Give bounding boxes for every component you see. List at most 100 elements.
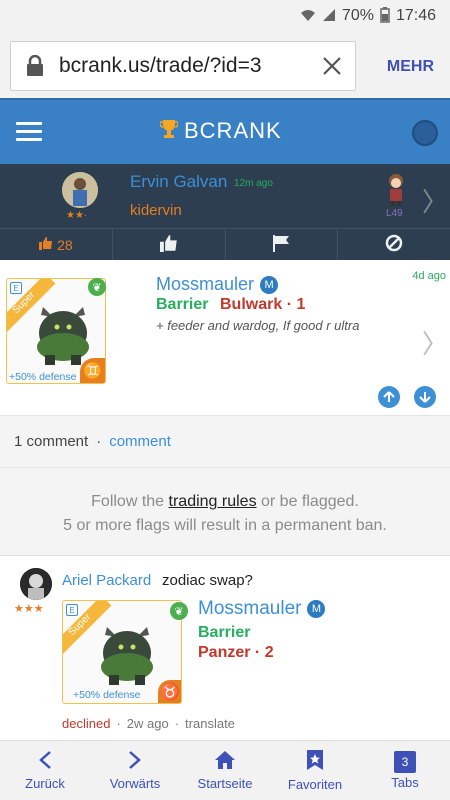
monster-element: Bulwark · 1 — [220, 296, 306, 313]
like-button[interactable] — [113, 229, 226, 260]
browser-toolbar: bcrank.us/trade/?id=3 MEHR — [0, 32, 450, 98]
monster-image — [101, 627, 153, 685]
home-icon — [214, 750, 236, 774]
bookmark-star-icon — [306, 749, 324, 775]
favorites-label: Favoriten — [287, 777, 343, 792]
rules-line-1: Follow the trading rules or be flagged. — [0, 490, 450, 514]
app-header: BCRANK — [0, 98, 450, 164]
trading-rules-link[interactable]: trading rules — [169, 493, 257, 510]
like-count-button[interactable]: 28 — [0, 229, 113, 260]
chevron-right-icon[interactable]: 〉 — [422, 182, 448, 219]
clock: 17:46 — [395, 7, 436, 24]
rules-line-2: 5 or more flags will result in a permane… — [63, 517, 387, 534]
wifi-icon — [300, 8, 316, 25]
trade-time: 12m ago — [234, 178, 273, 189]
offer-age: 4d ago — [412, 270, 446, 282]
rank-badge: M — [307, 600, 326, 618]
battery-percent: 70% — [341, 7, 374, 24]
status-badge: declined — [62, 716, 111, 731]
block-button[interactable] — [338, 229, 450, 260]
chevron-right-icon — [128, 750, 142, 774]
separator: · — [96, 433, 102, 450]
monster-name-text[interactable]: Mossmauler — [156, 274, 254, 294]
back-button[interactable]: Zurück — [0, 741, 90, 800]
offer-note: + feeder and wardog, If good r ultra — [156, 318, 360, 333]
flag-button[interactable] — [226, 229, 339, 260]
monster-name-text[interactable]: Mossmauler — [198, 598, 301, 619]
trader-handle: kidervin — [130, 202, 182, 219]
comment-footer: declined · 2w ago · translate — [62, 716, 235, 731]
like-count: 28 — [57, 236, 73, 253]
zodiac-taurus-icon: ♉ — [158, 680, 181, 703]
rank-badge: M — [260, 276, 279, 294]
favorites-button[interactable]: Favoriten — [270, 741, 360, 800]
browser-bottom-nav: Zurück Vorwärts Startseite Favoriten 3 T… — [0, 740, 450, 800]
lock-icon — [11, 55, 59, 77]
trophy-icon — [159, 119, 179, 144]
flag-icon — [271, 234, 291, 255]
leaf-type-icon: ❦ — [170, 602, 188, 620]
character-avatar — [384, 172, 408, 206]
avatar[interactable] — [20, 568, 52, 600]
monster-image — [37, 307, 89, 365]
forward-label: Vorwärts — [109, 776, 161, 791]
defense-bonus: +50% defense — [9, 371, 77, 383]
home-label: Startseite — [197, 776, 253, 791]
trade-offer[interactable]: Super E +50% defense ♊ ❦ Mossmauler M Bar… — [0, 260, 450, 416]
arrow-down-button[interactable] — [414, 386, 436, 408]
chevron-right-icon[interactable]: 〉 — [422, 324, 448, 361]
avatar[interactable] — [62, 172, 98, 208]
logo[interactable]: BCRANK — [159, 118, 282, 144]
comment-author[interactable]: Ariel Packard — [62, 572, 151, 589]
tabs-label: Tabs — [391, 775, 419, 790]
defense-bonus: +50% defense — [73, 689, 141, 701]
thumbs-up-icon — [159, 234, 179, 255]
home-button[interactable]: Startseite — [180, 741, 270, 800]
monster-name[interactable]: Mossmauler M — [198, 598, 326, 620]
rules-text: Follow the — [91, 493, 169, 510]
comment-text: zodiac swap? — [162, 572, 253, 589]
menu-icon[interactable] — [16, 122, 42, 146]
translate-link[interactable]: translate — [185, 716, 235, 731]
battery-icon — [380, 6, 390, 26]
thumbs-up-icon — [39, 236, 53, 253]
globe-icon[interactable] — [412, 120, 438, 146]
comment-link[interactable]: comment — [109, 433, 171, 450]
trader-row[interactable]: ★★· Ervin Galvan 12m ago kidervin L49 〉 — [0, 164, 450, 228]
rules-text: or be flagged. — [256, 493, 359, 510]
player-level: L49 — [386, 208, 403, 219]
zodiac-gemini-icon: ♊ — [80, 358, 105, 383]
forward-button[interactable]: Vorwärts — [90, 741, 180, 800]
monster-role: Barrier — [156, 296, 209, 313]
close-icon[interactable] — [309, 56, 355, 76]
comment-age: 2w ago — [126, 716, 169, 731]
tabs-count-icon: 3 — [394, 751, 416, 773]
rating-stars: ★★★ — [14, 603, 44, 615]
trader-name[interactable]: Ervin Galvan — [130, 172, 227, 192]
signal-icon — [322, 8, 336, 25]
block-icon — [385, 234, 403, 255]
more-menu-button[interactable]: MEHR — [387, 58, 434, 76]
comment-count: 1 comment — [14, 433, 89, 450]
trading-rules-notice: Follow the trading rules or be flagged. … — [0, 468, 450, 556]
tabs-button[interactable]: 3 Tabs — [360, 741, 450, 800]
comment-item: ★★★ Ariel Packard zodiac swap? Super E +… — [0, 556, 450, 740]
url-text[interactable]: bcrank.us/trade/?id=3 — [59, 54, 309, 78]
address-bar[interactable]: bcrank.us/trade/?id=3 — [10, 41, 356, 91]
separator: · — [116, 716, 121, 731]
separator: · — [174, 716, 180, 731]
element-icon: E — [10, 282, 22, 294]
chevron-left-icon — [38, 750, 52, 774]
element-icon: E — [66, 604, 78, 616]
status-bar: 70% 17:46 — [0, 0, 450, 32]
logo-text: BCRANK — [184, 118, 282, 143]
comments-bar: 1 comment · comment — [0, 416, 450, 468]
trade-actions: 28 — [0, 228, 450, 260]
leaf-type-icon: ❦ — [88, 278, 106, 296]
arrow-up-button[interactable] — [378, 386, 400, 408]
monster-card[interactable]: Super E +50% defense ♉ — [62, 600, 182, 704]
monster-name[interactable]: Mossmauler M — [156, 274, 279, 295]
back-label: Zurück — [25, 776, 65, 791]
monster-element: Panzer · 2 — [198, 644, 274, 661]
monster-role: Barrier — [198, 624, 251, 641]
